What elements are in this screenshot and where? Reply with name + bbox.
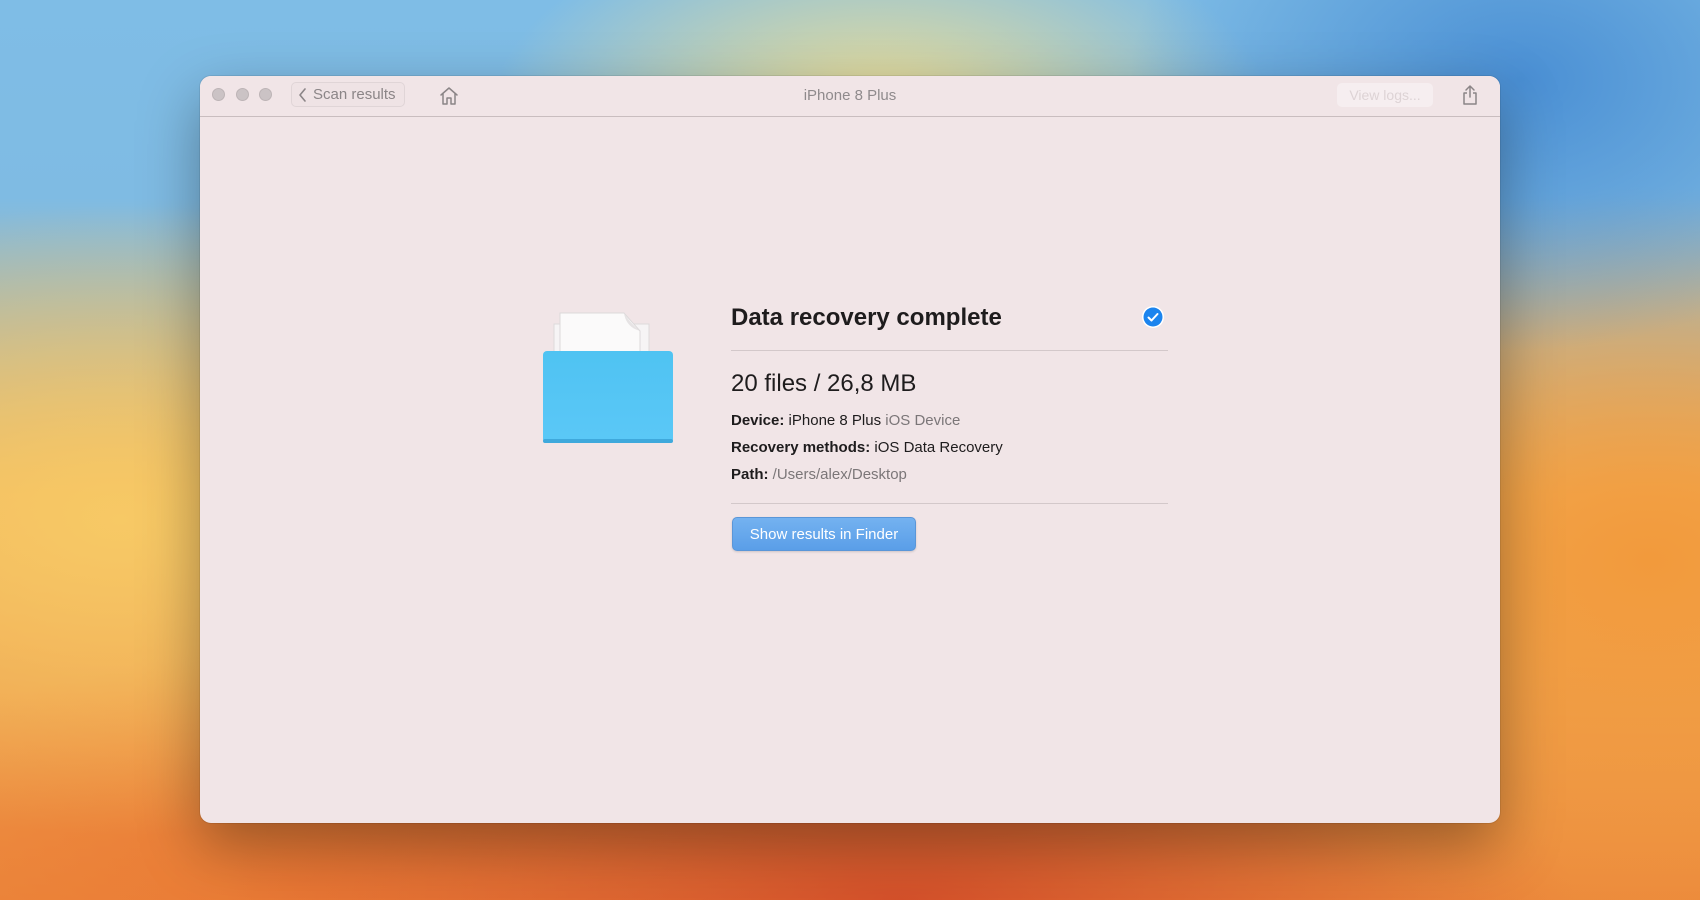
- recovery-methods-label: Recovery methods:: [731, 439, 871, 456]
- recovery-status-title: Data recovery complete: [731, 304, 1002, 331]
- path-value: /Users/alex/Desktop: [772, 466, 907, 483]
- folder-with-documents-icon: [543, 312, 673, 443]
- checkmark-circle-icon: [1142, 306, 1164, 328]
- titlebar: Scan results iPhone 8 Plus View logs...: [200, 76, 1500, 117]
- divider: [731, 350, 1168, 351]
- show-results-in-finder-button[interactable]: Show results in Finder: [732, 517, 916, 551]
- path-label: Path:: [731, 466, 769, 483]
- files-summary: 20 files / 26,8 MB: [731, 370, 917, 397]
- device-info: Device: iPhone 8 Plus iOS Device: [731, 412, 960, 429]
- share-icon[interactable]: [1460, 84, 1480, 106]
- path-info: Path: /Users/alex/Desktop: [731, 466, 907, 483]
- recovery-methods-info: Recovery methods: iOS Data Recovery: [731, 439, 1003, 456]
- device-value: iPhone 8 Plus: [788, 412, 882, 429]
- device-type: iOS Device: [885, 412, 961, 429]
- recovery-methods-value: iOS Data Recovery: [874, 439, 1003, 456]
- divider: [731, 503, 1168, 504]
- device-label: Device:: [731, 412, 785, 429]
- window-title: iPhone 8 Plus: [803, 87, 897, 104]
- view-logs-button[interactable]: View logs...: [1337, 83, 1433, 107]
- app-window: Scan results iPhone 8 Plus View logs... …: [200, 76, 1500, 823]
